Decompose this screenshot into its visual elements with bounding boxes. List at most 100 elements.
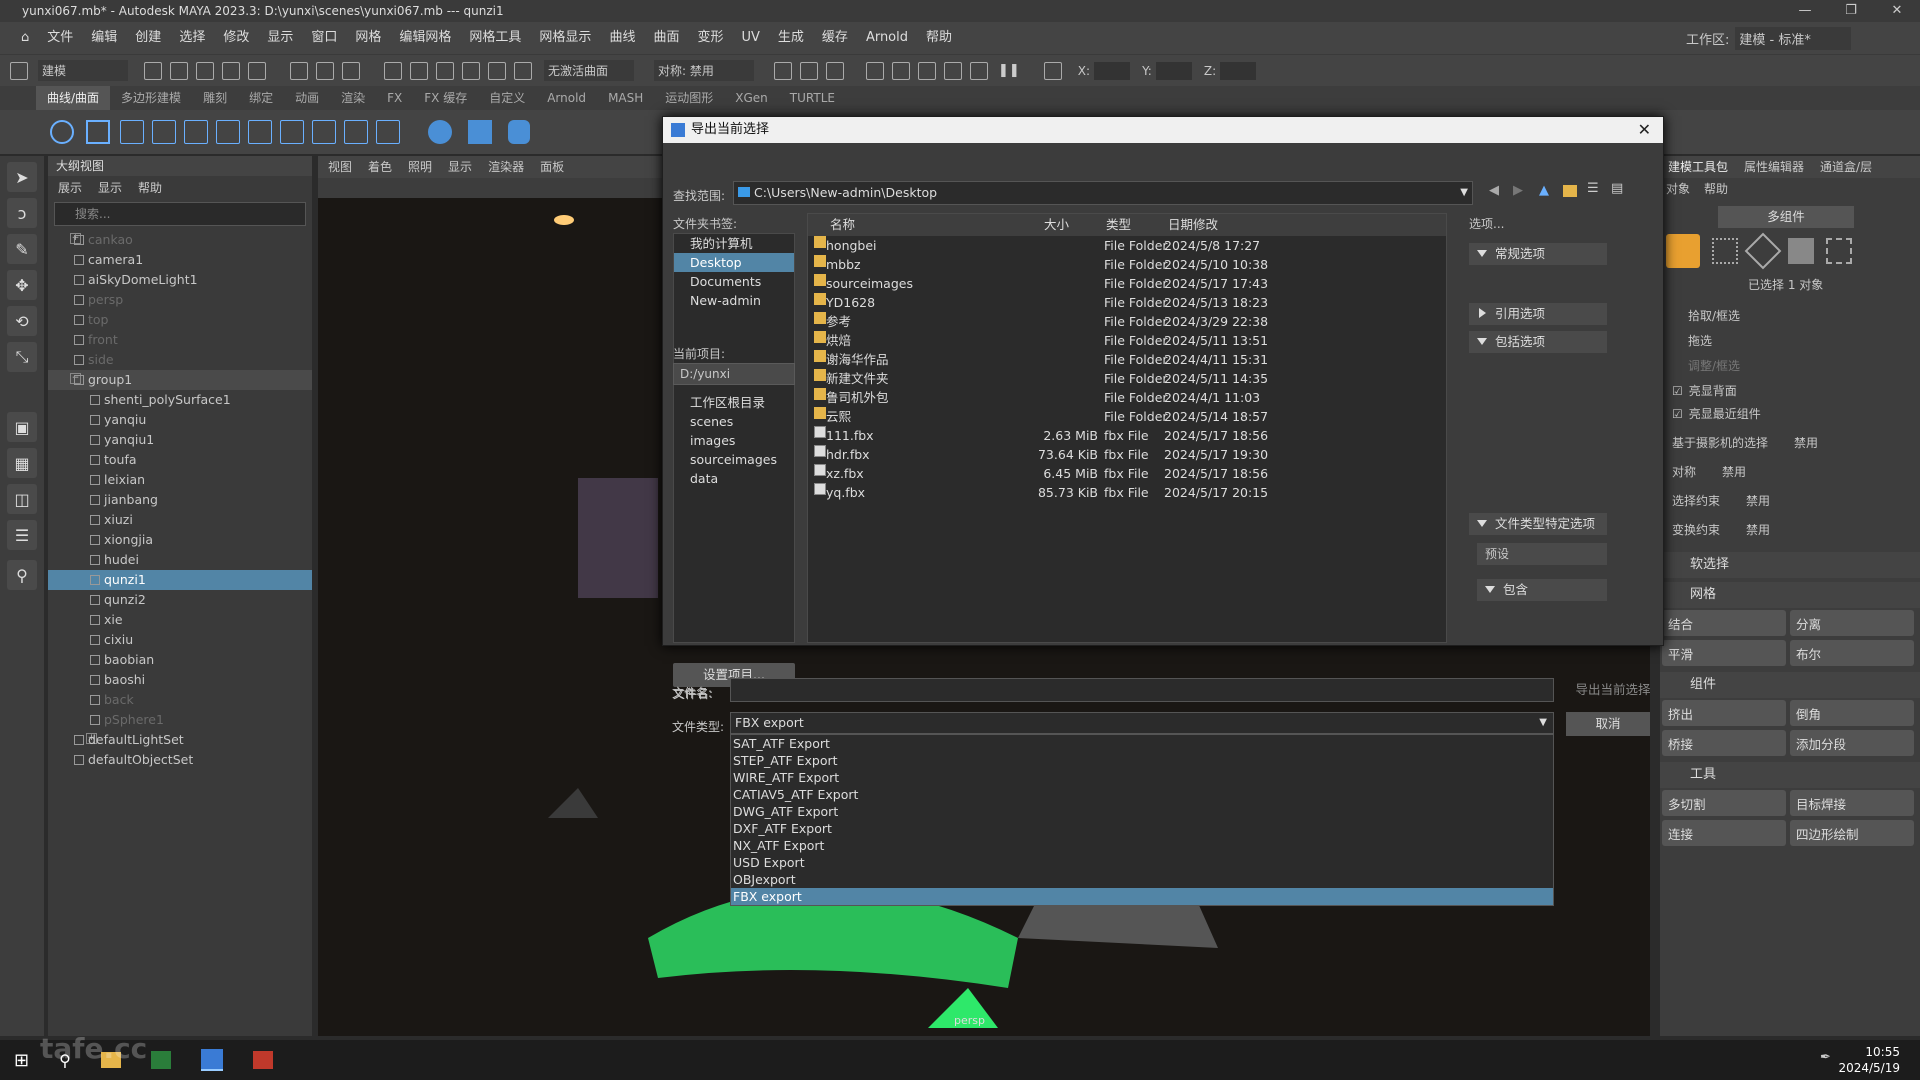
outliner-item[interactable]: shenti_polySurface1 [48, 390, 312, 410]
look-in-dropdown[interactable]: C:\Users\New-admin\Desktop ▼ [733, 181, 1473, 205]
workspace-value[interactable]: 建模 - 标准* [1735, 26, 1851, 50]
connect-button[interactable]: 连接 [1662, 820, 1786, 846]
export-selection-button[interactable]: 导出当前选择 [1566, 678, 1660, 702]
combine-button[interactable]: 结合 [1662, 610, 1786, 636]
up-folder-icon[interactable]: ▲ [1539, 183, 1549, 198]
outliner-item[interactable]: qunzi1 [48, 570, 312, 590]
tab-modeling-toolkit[interactable]: 建模工具包 [1660, 156, 1736, 178]
shelf-tab-custom[interactable]: 自定义 [478, 86, 536, 110]
rebuild-curve-icon[interactable] [376, 120, 400, 144]
file-row[interactable]: 谢海华作品 File Folder 2024/4/11 15:31 [808, 350, 1446, 369]
shelf-tab-rigging[interactable]: 绑定 [238, 86, 284, 110]
filename-input[interactable] [730, 678, 1554, 702]
file-row[interactable]: sourceimages File Folder 2024/5/17 17:43 [808, 274, 1446, 293]
sphere-icon[interactable] [428, 120, 452, 144]
shelf-tab-curves[interactable]: 曲线/曲面 [36, 86, 111, 110]
render-frame-icon[interactable] [826, 61, 844, 80]
ipr-render-icon[interactable] [866, 61, 884, 80]
shelf-tab-xgen[interactable]: XGen [724, 86, 779, 110]
undo-icon[interactable] [222, 61, 240, 80]
bevel-button[interactable]: 倒角 [1790, 700, 1914, 726]
outliner-item[interactable]: qunzi2 [48, 590, 312, 610]
search-icon[interactable]: ⚲ [7, 560, 37, 590]
maya-taskbar-icon[interactable] [200, 1049, 223, 1071]
outliner-item[interactable]: cixiu [48, 630, 312, 650]
y-field[interactable] [1155, 61, 1192, 80]
viewport-menu-shading[interactable]: 着色 [368, 156, 392, 178]
shelf-tab-mash[interactable]: MASH [597, 86, 654, 110]
menu-surfaces[interactable]: 曲面 [644, 22, 688, 54]
pen-icon[interactable]: ✒ [1820, 1050, 1831, 1065]
column-modified[interactable]: 日期修改 [1168, 214, 1218, 236]
paint-select-icon[interactable]: ✎ [7, 234, 37, 264]
detach-curve-icon[interactable] [312, 120, 336, 144]
render-view-icon[interactable] [800, 61, 818, 80]
viewport-menu-panels[interactable]: 面板 [540, 156, 564, 178]
select-component-icon[interactable] [342, 61, 360, 80]
shelf-tab-poly[interactable]: 多边形建模 [110, 86, 192, 110]
snap-grid-icon[interactable] [384, 61, 402, 80]
menu-display[interactable]: 显示 [258, 22, 302, 54]
pick-option-1[interactable]: 拾取/框选 [1688, 307, 1920, 324]
mesh-section[interactable]: 网格 [1660, 582, 1920, 608]
file-row[interactable]: xz.fbx 6.45 MiB fbx File 2024/5/17 18:56 [808, 464, 1446, 483]
move-tool-icon[interactable]: ✥ [7, 270, 37, 300]
outliner-item[interactable]: top [48, 310, 312, 330]
forward-icon[interactable]: ▶ [1513, 183, 1523, 198]
filetype-option[interactable]: WIRE_ATF Export [731, 769, 1553, 786]
checkbox-icon[interactable]: ☑ [1672, 384, 1683, 398]
filetype-dropdown[interactable]: FBX export ▼ [730, 712, 1554, 734]
pick-option-3[interactable]: 调整/框选 [1688, 357, 1920, 374]
offset-curve-icon[interactable] [344, 120, 368, 144]
check-backface[interactable]: ☑ 亮显背面 [1672, 382, 1920, 399]
home-icon[interactable]: ⌂ [12, 22, 38, 54]
select-constraint-row[interactable]: 选择约束 禁用 [1672, 492, 1920, 509]
outliner-item[interactable]: baobian [48, 650, 312, 670]
outliner-item[interactable]: leixian [48, 470, 312, 490]
project-folder-scenes[interactable]: scenes [674, 412, 794, 431]
arc-icon[interactable] [248, 120, 272, 144]
current-project-dropdown[interactable]: D:/yunxi [673, 363, 795, 385]
filetype-option[interactable]: DXF_ATF Export [731, 820, 1553, 837]
file-row[interactable]: mbbz File Folder 2024/5/10 10:38 [808, 255, 1446, 274]
filetype-option[interactable]: SAT_ATF Export [731, 735, 1553, 752]
lasso-tool-icon[interactable]: ↄ [7, 198, 37, 228]
back-icon[interactable]: ◀ [1489, 183, 1499, 198]
outliner-menu-display[interactable]: 显示 [98, 179, 122, 196]
detail-view-icon[interactable]: ▤ [1611, 181, 1623, 196]
outliner-item[interactable]: xiongjia [48, 530, 312, 550]
project-folder-data[interactable]: data [674, 469, 794, 488]
menu-curves[interactable]: 曲线 [600, 22, 644, 54]
shelf-tab-motion-graphics[interactable]: 运动图形 [654, 86, 724, 110]
cv-curve-icon[interactable] [120, 120, 144, 144]
column-size[interactable]: 大小 [1044, 214, 1069, 236]
render-sequence-icon[interactable] [970, 61, 988, 80]
soft-select-section[interactable]: 软选择 [1660, 552, 1920, 578]
target-weld-button[interactable]: 目标焊接 [1790, 790, 1914, 816]
app-icon-red[interactable] [252, 1051, 273, 1069]
outliner-item[interactable]: aiSkyDomeLight1 [48, 270, 312, 290]
attach-curve-icon[interactable] [280, 120, 304, 144]
cylinder-icon[interactable] [508, 120, 530, 144]
menu-edit[interactable]: 编辑 [82, 22, 126, 54]
outliner-item[interactable]: yanqiu [48, 410, 312, 430]
chevron-down-icon[interactable]: ▼ [1539, 713, 1547, 733]
multi-component-button[interactable]: 多组件 [1718, 206, 1854, 228]
menu-cache[interactable]: 缓存 [813, 22, 857, 54]
outliner-item[interactable]: camera1 [48, 250, 312, 270]
nurbs-square-icon[interactable] [86, 120, 110, 144]
file-row[interactable]: 111.fbx 2.63 MiB fbx File 2024/5/17 18:56 [808, 426, 1446, 445]
filetype-option[interactable]: NX_ATF Export [731, 837, 1553, 854]
construction-history-icon[interactable] [774, 61, 792, 80]
select-object-icon[interactable] [316, 61, 334, 80]
bezier-curve-icon[interactable] [184, 120, 208, 144]
menu-uv[interactable]: UV [732, 22, 768, 54]
outliner-menu-help[interactable]: 帮助 [138, 179, 162, 196]
column-type[interactable]: 类型 [1106, 214, 1131, 236]
nurbs-circle-icon[interactable] [50, 120, 74, 144]
file-row[interactable]: hdr.fbx 73.64 KiB fbx File 2024/5/17 19:30 [808, 445, 1446, 464]
viewport-menu-view[interactable]: 视图 [328, 156, 352, 178]
live-surface-field[interactable]: 无激活曲面 [544, 60, 634, 81]
outliner-item[interactable]: baoshi [48, 670, 312, 690]
minimize-icon[interactable]: — [1782, 0, 1828, 22]
